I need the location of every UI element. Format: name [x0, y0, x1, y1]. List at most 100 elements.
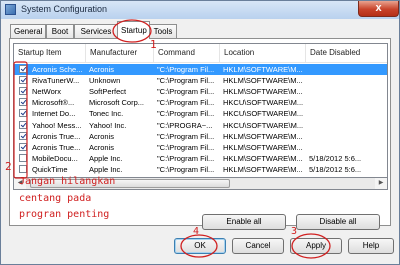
- annotation-number-1: 1: [150, 38, 157, 51]
- startup-item-checkbox[interactable]: [19, 120, 27, 129]
- cell-command: "C:\Program Fil...: [157, 98, 215, 108]
- column-manufacturer[interactable]: Manufacturer: [86, 44, 154, 62]
- cell-startup-item: QuickTime: [32, 164, 68, 174]
- table-row[interactable]: Internet Do... Tonec Inc. "C:\Program Fil.…: [14, 108, 387, 119]
- cell-startup-item: Acronis True...: [32, 131, 81, 141]
- cell-command: "C:\Program Fil...: [157, 164, 215, 174]
- tab-services[interactable]: Services: [74, 24, 118, 38]
- startup-item-checkbox[interactable]: [19, 131, 27, 140]
- scroll-right-icon[interactable]: ▶: [375, 178, 387, 189]
- list-header: Startup Item Manufacturer Command Locati…: [14, 44, 387, 63]
- startup-item-checkbox[interactable]: [19, 65, 27, 73]
- cell-manufacturer: Apple Inc.: [89, 153, 123, 163]
- column-location[interactable]: Location: [220, 44, 306, 62]
- window-title: System Configuration: [21, 4, 108, 14]
- cell-date-disabled: 5/18/2012 5:6...: [309, 164, 362, 174]
- cell-location: HKLM\SOFTWARE\M...: [223, 142, 303, 152]
- system-configuration-window: System Configuration x General Boot Serv…: [0, 0, 400, 265]
- title-bar[interactable]: System Configuration x: [1, 1, 399, 19]
- cell-command: "C:\Program Fil...: [157, 153, 215, 163]
- cell-date-disabled: 5/18/2012 5:6...: [309, 153, 362, 163]
- startup-item-checkbox[interactable]: [19, 164, 27, 173]
- annotation-note-line-2: centang pada: [19, 193, 92, 204]
- cell-manufacturer: Acronis: [89, 65, 115, 74]
- cell-manufacturer: Apple Inc.: [89, 164, 123, 174]
- cell-location: HKLM\SOFTWARE\M...: [223, 153, 303, 163]
- cell-location: HKLM\SOFTWARE\M...: [223, 131, 303, 141]
- annotation-note-line-1: Jangan hilangkan: [19, 176, 116, 187]
- cell-startup-item: Internet Do...: [32, 109, 76, 119]
- cell-location: HKCU\SOFTWARE\M...: [223, 109, 304, 119]
- cell-location: HKLM\SOFTWARE\M...: [223, 87, 303, 97]
- cell-date-disabled: [309, 75, 387, 86]
- cell-date-disabled: [309, 64, 387, 75]
- tab-tools[interactable]: Tools: [149, 24, 177, 38]
- cell-manufacturer: Yahoo! Inc.: [89, 120, 127, 130]
- cell-startup-item: Acronis True...: [32, 142, 81, 152]
- cell-startup-item: Microsoft®...: [32, 98, 75, 108]
- cell-date-disabled: [309, 86, 387, 97]
- ok-button[interactable]: OK: [174, 238, 226, 254]
- startup-item-checkbox[interactable]: [19, 87, 27, 96]
- cell-command: "C:\Program Fil...: [157, 87, 215, 97]
- startup-item-checkbox[interactable]: [19, 142, 27, 151]
- cell-command: "C:\PROGRA~...: [157, 120, 213, 130]
- cell-manufacturer: Unknown: [89, 76, 121, 86]
- tab-general[interactable]: General: [10, 24, 46, 38]
- startup-items-list[interactable]: Startup Item Manufacturer Command Locati…: [13, 43, 388, 178]
- column-startup-item[interactable]: Startup Item: [14, 44, 86, 62]
- table-row[interactable]: Acronis Sche... Acronis "C:\Program Fil...…: [14, 64, 387, 75]
- cell-location: HKLM\SOFTWARE\M...: [223, 65, 303, 74]
- cell-manufacturer: SoftPerfect: [89, 87, 127, 97]
- apply-button[interactable]: Apply: [290, 238, 342, 254]
- table-row[interactable]: Yahoo! Mess... Yahoo! Inc. "C:\PROGRA~... H…: [14, 120, 387, 131]
- annotation-note-line-3: progran penting: [19, 209, 110, 220]
- cell-date-disabled: [309, 120, 387, 131]
- cell-location: HKLM\SOFTWARE\M...: [223, 76, 303, 86]
- cell-location: HKCU\SOFTWARE\M...: [223, 120, 304, 130]
- help-button[interactable]: Help: [348, 238, 394, 254]
- column-command[interactable]: Command: [154, 44, 220, 62]
- tab-boot[interactable]: Boot: [46, 24, 74, 38]
- table-row[interactable]: RivaTunerW... Unknown "C:\Program Fil... HK…: [14, 75, 387, 86]
- cell-startup-item: NetWorx: [32, 87, 62, 97]
- cell-startup-item: RivaTunerW...: [32, 76, 80, 86]
- cell-command: "C:\Program Fil...: [157, 131, 215, 141]
- annotation-number-3: 3: [291, 226, 298, 237]
- annotation-number-2: 2: [5, 160, 12, 173]
- table-row[interactable]: Microsoft®... Microsoft Corp... "C:\Progra…: [14, 97, 387, 108]
- cell-startup-item: Yahoo! Mess...: [32, 120, 82, 130]
- startup-item-checkbox[interactable]: [19, 153, 27, 162]
- cell-manufacturer: Tonec Inc.: [89, 109, 124, 119]
- close-button[interactable]: x: [358, 1, 399, 17]
- startup-item-checkbox[interactable]: [19, 109, 27, 118]
- cancel-button[interactable]: Cancel: [232, 238, 284, 254]
- cell-command: "C:\Program Fil...: [157, 65, 215, 74]
- annotation-number-4: 4: [193, 226, 200, 237]
- tab-startup[interactable]: Startup: [117, 21, 150, 39]
- cell-manufacturer: Acronis: [89, 131, 115, 141]
- enable-all-button[interactable]: Enable all: [202, 214, 286, 230]
- cell-date-disabled: [309, 108, 387, 119]
- cell-command: "C:\Program Fil...: [157, 76, 215, 86]
- cell-location: HKLM\SOFTWARE\M...: [223, 164, 303, 174]
- cell-manufacturer: Microsoft Corp...: [89, 98, 145, 108]
- cell-command: "C:\Program Fil...: [157, 109, 215, 119]
- cell-date-disabled: [309, 142, 387, 153]
- column-date-disabled[interactable]: Date Disabled: [306, 44, 387, 62]
- cell-date-disabled: [309, 97, 387, 108]
- cell-location: HKCU\SOFTWARE\M...: [223, 98, 304, 108]
- disable-all-button[interactable]: Disable all: [296, 214, 380, 230]
- cell-manufacturer: Acronis: [89, 142, 115, 152]
- table-row[interactable]: MobileDocu... Apple Inc. "C:\Program Fil..…: [14, 153, 387, 164]
- table-row[interactable]: NetWorx SoftPerfect "C:\Program Fil... HKLM…: [14, 86, 387, 97]
- table-row[interactable]: Acronis True... Acronis "C:\Program Fil...…: [14, 142, 387, 153]
- cell-command: "C:\Program Fil...: [157, 142, 215, 152]
- table-row[interactable]: Acronis True... Acronis "C:\Program Fil...…: [14, 131, 387, 142]
- startup-item-checkbox[interactable]: [19, 76, 27, 85]
- startup-item-checkbox[interactable]: [19, 98, 27, 107]
- cell-date-disabled: [309, 131, 387, 142]
- table-row[interactable]: QuickTime Apple Inc. "C:\Program Fil... HKL…: [14, 164, 387, 175]
- cell-startup-item: MobileDocu...: [32, 153, 78, 163]
- cell-startup-item: Acronis Sche...: [32, 65, 83, 74]
